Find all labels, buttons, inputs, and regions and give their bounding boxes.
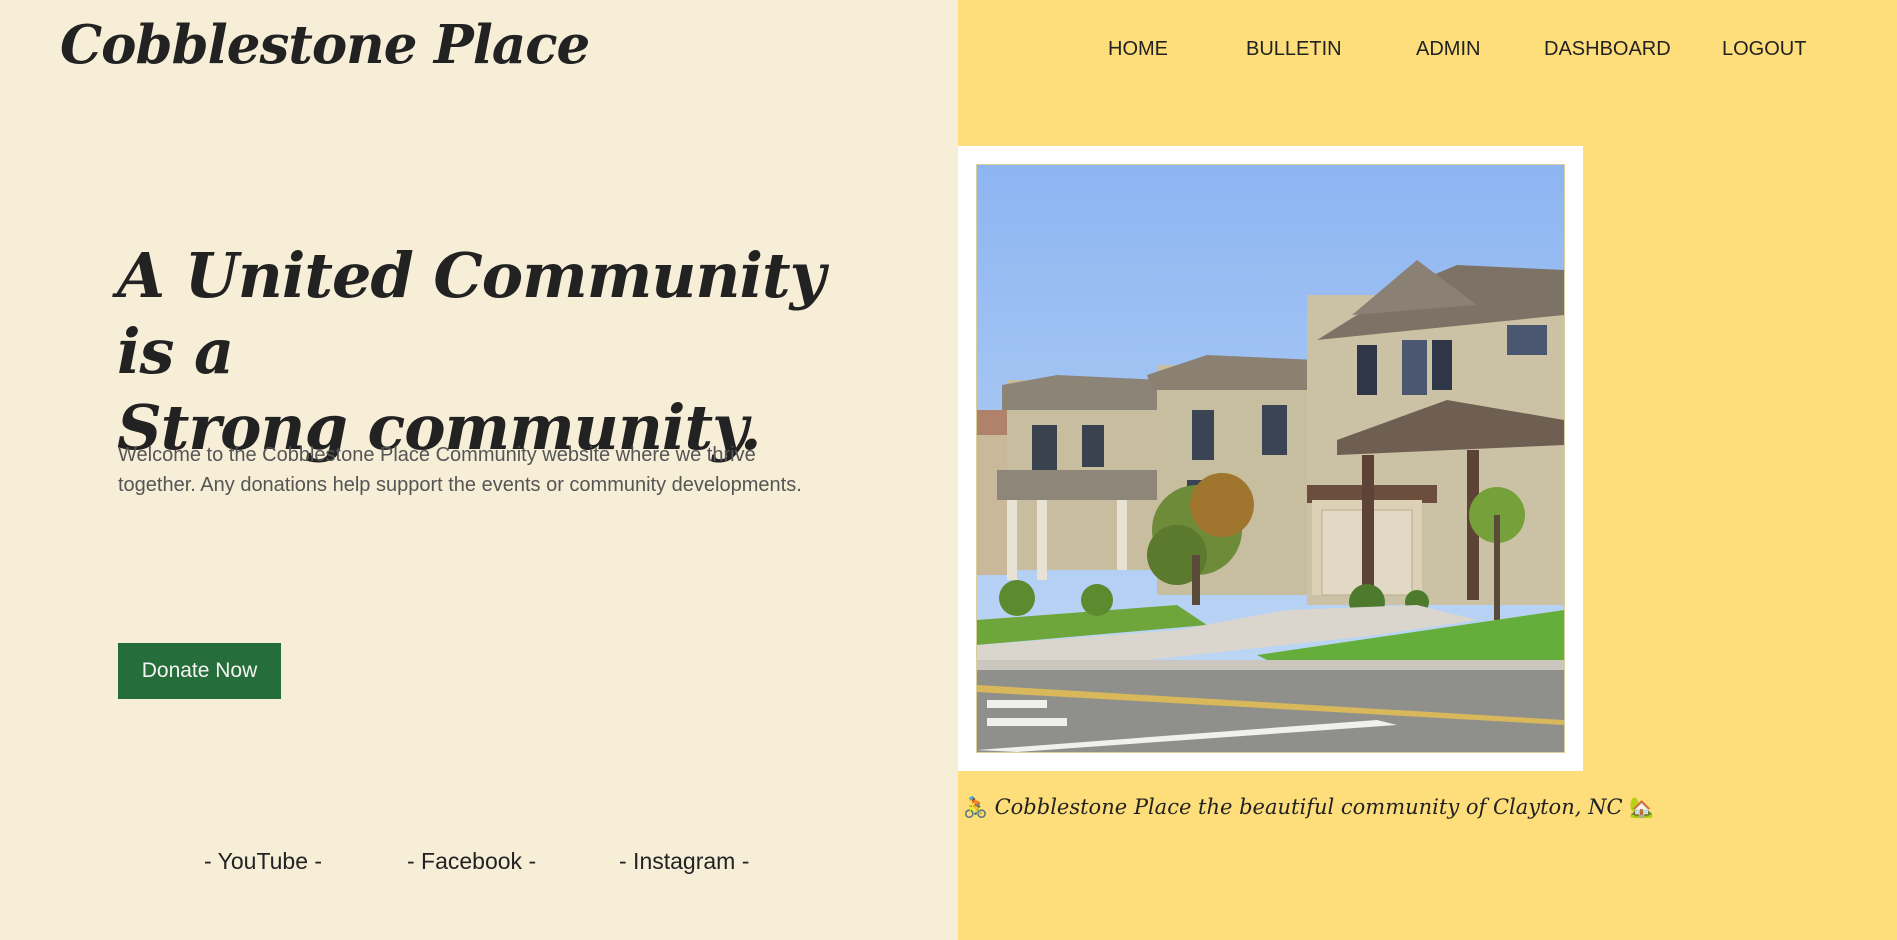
house-icon: 🏡	[1629, 795, 1655, 819]
nav-dashboard[interactable]: DASHBOARD	[1544, 38, 1671, 61]
nav-admin[interactable]: ADMIN	[1416, 38, 1480, 61]
bicycle-icon: 🚴	[963, 795, 988, 819]
site-brand[interactable]: Cobblestone Place	[60, 14, 590, 76]
social-instagram-link[interactable]: - Instagram -	[619, 848, 749, 875]
social-youtube-link[interactable]: - YouTube -	[204, 848, 322, 875]
photo-frame	[958, 146, 1583, 771]
main-nav: HOME BULLETIN ADMIN DASHBOARD LOGOUT	[958, 38, 1897, 68]
donate-button[interactable]: Donate Now	[118, 643, 281, 699]
nav-logout[interactable]: LOGOUT	[1722, 38, 1806, 61]
hero-title: A United Community is a Strong community…	[117, 238, 877, 466]
houses-illustration	[977, 165, 1564, 752]
social-facebook-link[interactable]: - Facebook -	[407, 848, 536, 875]
suburban-houses-photo	[976, 164, 1565, 753]
nav-home[interactable]: HOME	[1108, 38, 1168, 61]
nav-bulletin[interactable]: BULLETIN	[1246, 38, 1342, 61]
photo-caption: 🚴 Cobblestone Place the beautiful commun…	[963, 795, 1654, 819]
caption-text: Cobblestone Place the beautiful communit…	[994, 795, 1623, 819]
hero-title-line1: A United Community is a	[117, 239, 826, 388]
hero-description: Welcome to the Cobblestone Place Communi…	[118, 444, 802, 496]
social-links: - YouTube - - Facebook - - Instagram -	[0, 848, 958, 878]
